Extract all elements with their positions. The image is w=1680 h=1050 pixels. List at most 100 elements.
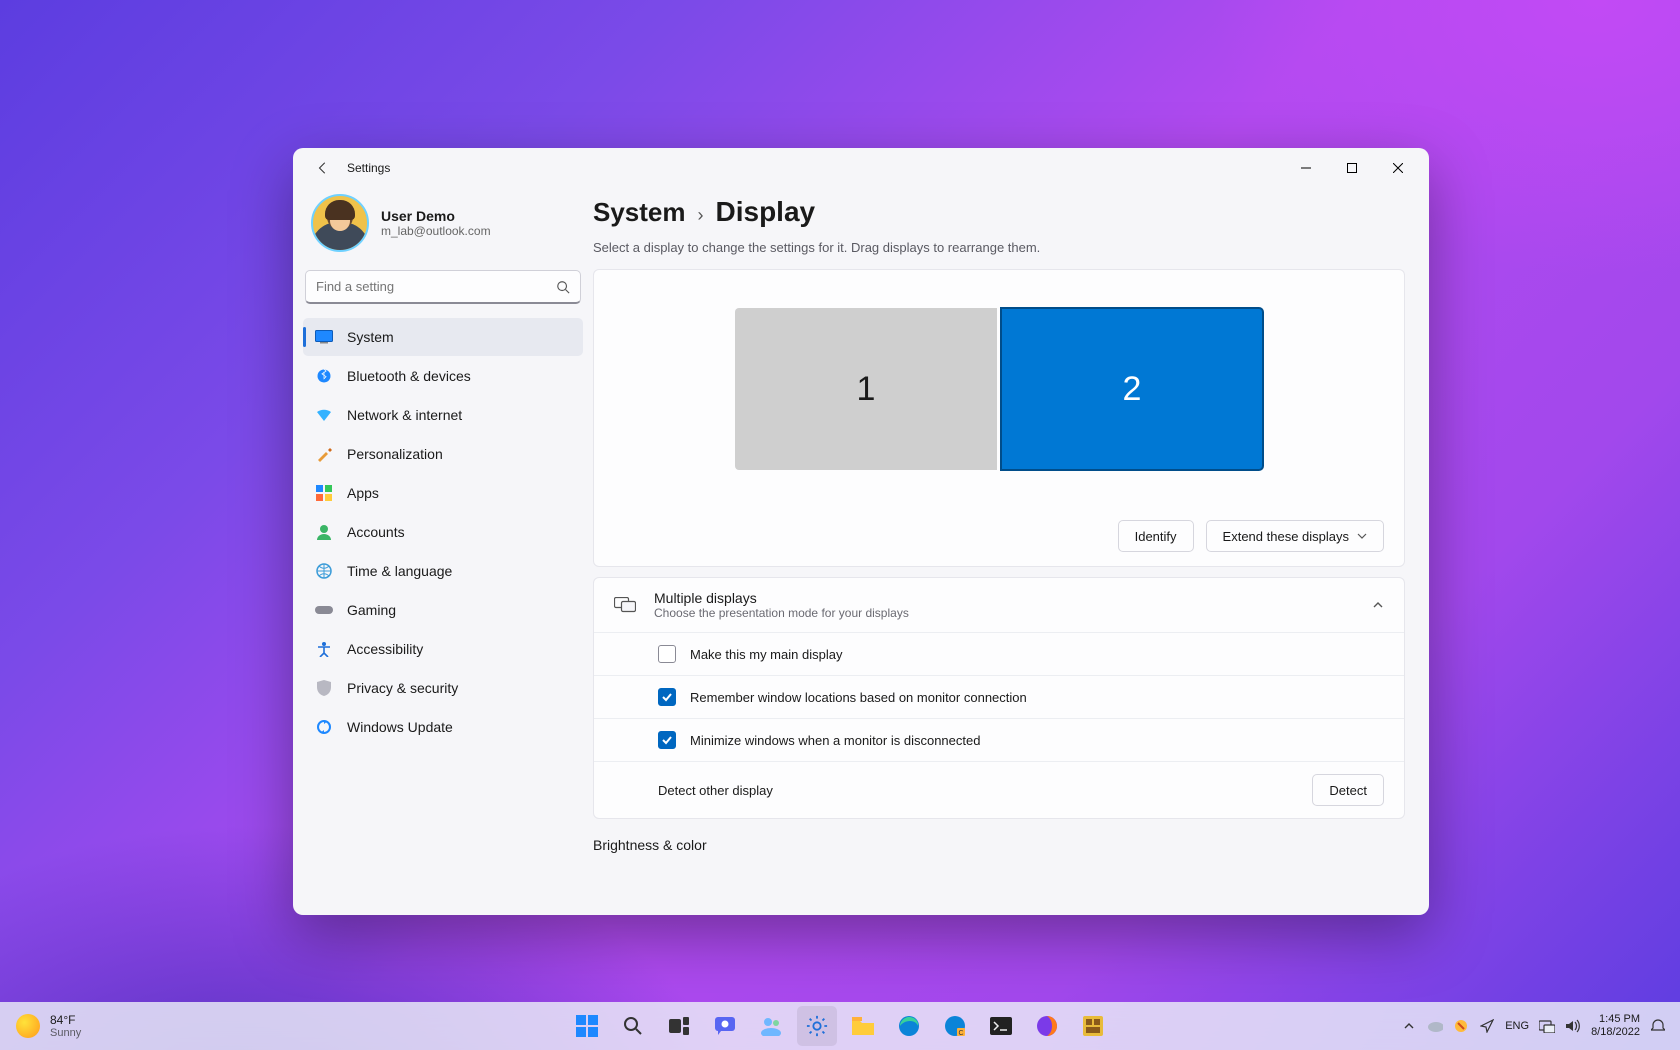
taskbar-center: C [567, 1006, 1113, 1046]
minimize-button[interactable] [1283, 152, 1329, 184]
gaming-icon [315, 601, 333, 619]
bluetooth-icon [315, 367, 333, 385]
taskbar-weather[interactable]: 84°F Sunny [0, 1013, 81, 1039]
sidebar-item-label: Privacy & security [347, 680, 458, 696]
sidebar-item-apps[interactable]: Apps [303, 474, 583, 512]
sidebar-item-label: Accounts [347, 524, 405, 540]
sidebar-item-label: System [347, 329, 394, 345]
location-icon[interactable] [1479, 1018, 1495, 1034]
network-icon [315, 406, 333, 424]
multiple-displays-group: Multiple displays Choose the presentatio… [593, 577, 1405, 819]
file-explorer-icon[interactable] [843, 1006, 883, 1046]
search-input[interactable] [316, 279, 556, 294]
avatar [311, 194, 369, 252]
sidebar-item-privacy[interactable]: Privacy & security [303, 669, 583, 707]
remember-locations-checkbox[interactable] [658, 688, 676, 706]
multiple-displays-header[interactable]: Multiple displays Choose the presentatio… [594, 578, 1404, 632]
minimize-on-disconnect-checkbox[interactable] [658, 731, 676, 749]
main-display-checkbox[interactable] [658, 645, 676, 663]
close-button[interactable] [1375, 152, 1421, 184]
sidebar-item-label: Apps [347, 485, 379, 501]
chevron-down-icon [1357, 531, 1367, 541]
volume-tray-icon[interactable] [1565, 1018, 1581, 1034]
sidebar-item-network[interactable]: Network & internet [303, 396, 583, 434]
sidebar-item-personalization[interactable]: Personalization [303, 435, 583, 473]
people-icon[interactable] [751, 1006, 791, 1046]
weather-desc: Sunny [50, 1027, 81, 1039]
language-indicator[interactable]: ENG [1505, 1020, 1529, 1032]
edge-canary-icon[interactable]: C [935, 1006, 975, 1046]
terminal-icon[interactable] [981, 1006, 1021, 1046]
search-input-wrap[interactable] [305, 270, 581, 304]
notifications-icon[interactable] [1650, 1018, 1666, 1034]
update-icon [315, 718, 333, 736]
svg-text:C: C [958, 1030, 963, 1037]
page-subtitle: Select a display to change the settings … [593, 240, 1405, 255]
profile-block[interactable]: User Demo m_lab@outlook.com [303, 188, 583, 270]
row-label: Minimize windows when a monitor is disco… [690, 733, 980, 748]
sidebar-item-gaming[interactable]: Gaming [303, 591, 583, 629]
row-label: Make this my main display [690, 647, 842, 662]
window-title: Settings [347, 161, 390, 175]
sidebar-item-label: Accessibility [347, 641, 423, 657]
main-display-row: Make this my main display [594, 632, 1404, 675]
weather-temp: 84°F [50, 1013, 81, 1027]
profile-name: User Demo [381, 208, 491, 224]
row-label: Detect other display [658, 783, 773, 798]
sidebar-item-system[interactable]: System [303, 318, 583, 356]
minimize-on-disconnect-row: Minimize windows when a monitor is disco… [594, 718, 1404, 761]
sidebar-item-label: Network & internet [347, 407, 462, 423]
sidebar-item-time-language[interactable]: Time & language [303, 552, 583, 590]
network-tray-icon[interactable] [1539, 1018, 1555, 1034]
maximize-button[interactable] [1329, 152, 1375, 184]
detect-row: Detect other display Detect [594, 761, 1404, 818]
chat-icon[interactable] [705, 1006, 745, 1046]
nav: System Bluetooth & devices Network & int… [303, 318, 583, 746]
overflow-icon[interactable] [1401, 1018, 1417, 1034]
sidebar: User Demo m_lab@outlook.com System Bluet… [293, 188, 593, 915]
detect-button[interactable]: Detect [1312, 774, 1384, 806]
settings-window: Settings User Demo m_lab@outlook.com [293, 148, 1429, 915]
titlebar: Settings [293, 148, 1429, 188]
identify-button[interactable]: Identify [1118, 520, 1194, 552]
chevron-up-icon [1372, 599, 1384, 611]
accessibility-icon [315, 640, 333, 658]
sidebar-item-bluetooth[interactable]: Bluetooth & devices [303, 357, 583, 395]
display-arrangement[interactable]: 1 2 [614, 290, 1384, 520]
profile-email: m_lab@outlook.com [381, 224, 491, 238]
display-mode-dropdown[interactable]: Extend these displays [1206, 520, 1384, 552]
task-view-button[interactable] [659, 1006, 699, 1046]
sidebar-item-label: Windows Update [347, 719, 453, 735]
page-title: Display [716, 196, 816, 228]
accounts-icon [315, 523, 333, 541]
taskbar-clock[interactable]: 1:45 PM 8/18/2022 [1591, 1013, 1640, 1039]
sidebar-item-accessibility[interactable]: Accessibility [303, 630, 583, 668]
edge-icon[interactable] [889, 1006, 929, 1046]
clock-date: 8/18/2022 [1591, 1026, 1640, 1039]
time-language-icon [315, 562, 333, 580]
personalization-icon [315, 445, 333, 463]
app-icon[interactable] [1073, 1006, 1113, 1046]
breadcrumb-parent[interactable]: System [593, 197, 686, 228]
onedrive-icon[interactable] [1427, 1018, 1443, 1034]
clock-time: 1:45 PM [1591, 1013, 1640, 1026]
sidebar-item-windows-update[interactable]: Windows Update [303, 708, 583, 746]
firefox-icon[interactable] [1027, 1006, 1067, 1046]
taskbar-search[interactable] [613, 1006, 653, 1046]
sidebar-item-label: Gaming [347, 602, 396, 618]
start-button[interactable] [567, 1006, 607, 1046]
breadcrumb: System › Display [593, 196, 1405, 228]
tray-icon[interactable] [1453, 1018, 1469, 1034]
remember-locations-row: Remember window locations based on monit… [594, 675, 1404, 718]
taskbar-right: ENG 1:45 PM 8/18/2022 [1401, 1013, 1680, 1039]
sidebar-item-accounts[interactable]: Accounts [303, 513, 583, 551]
display-monitor-1[interactable]: 1 [735, 308, 997, 470]
settings-taskbar-icon[interactable] [797, 1006, 837, 1046]
apps-icon [315, 484, 333, 502]
display-monitor-2[interactable]: 2 [1001, 308, 1263, 470]
sidebar-item-label: Bluetooth & devices [347, 368, 471, 384]
group-subtitle: Choose the presentation mode for your di… [654, 606, 909, 620]
content: System › Display Select a display to cha… [593, 188, 1429, 915]
back-button[interactable] [307, 152, 339, 184]
display-arrangement-card: 1 2 Identify Extend these displays [593, 269, 1405, 567]
